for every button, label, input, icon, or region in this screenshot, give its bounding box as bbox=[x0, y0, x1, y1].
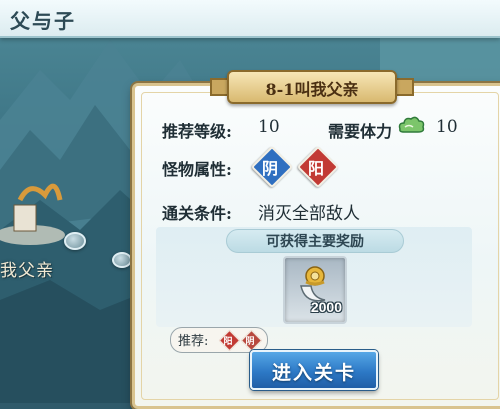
rewards-heading-bar: 可获得主要奖励 bbox=[226, 229, 404, 253]
clear-condition-label: 通关条件: bbox=[162, 204, 232, 223]
recommend-yin-text: 阴 bbox=[245, 337, 255, 347]
recommend-label: 推荐: bbox=[178, 334, 209, 349]
stage-node[interactable] bbox=[64, 232, 86, 250]
top-bar: 父与子 bbox=[0, 0, 500, 38]
recommend-yang-text: 阳 bbox=[223, 337, 233, 347]
page-title: 父与子 bbox=[10, 9, 76, 33]
reward-item-quantity: 2000 bbox=[310, 299, 342, 315]
recommended-level-label: 推荐等级: bbox=[162, 122, 232, 141]
enter-stage-label: 进入关卡 bbox=[271, 362, 356, 384]
stage-banner-title: 8-1叫我父亲 bbox=[265, 80, 359, 99]
stamina-label: 需要体力 bbox=[328, 122, 393, 141]
yin-badge-text: 阴 bbox=[261, 159, 278, 178]
stage-node[interactable] bbox=[112, 252, 132, 268]
monster-attribute-label: 怪物属性: bbox=[162, 160, 232, 179]
rewards-heading: 可获得主要奖励 bbox=[266, 234, 364, 250]
stamina-value: 10 bbox=[436, 117, 458, 137]
stage-banner: 8-1叫我父亲 bbox=[227, 70, 397, 104]
yang-badge-text: 阳 bbox=[307, 159, 324, 178]
map-node-label: 我父亲 bbox=[0, 261, 54, 281]
cloud-stamina-icon bbox=[396, 114, 426, 136]
clear-condition-value: 消灭全部敌人 bbox=[258, 204, 360, 224]
enter-stage-button[interactable]: 进入关卡 bbox=[250, 350, 378, 390]
recommended-level-value: 10 bbox=[258, 117, 280, 137]
